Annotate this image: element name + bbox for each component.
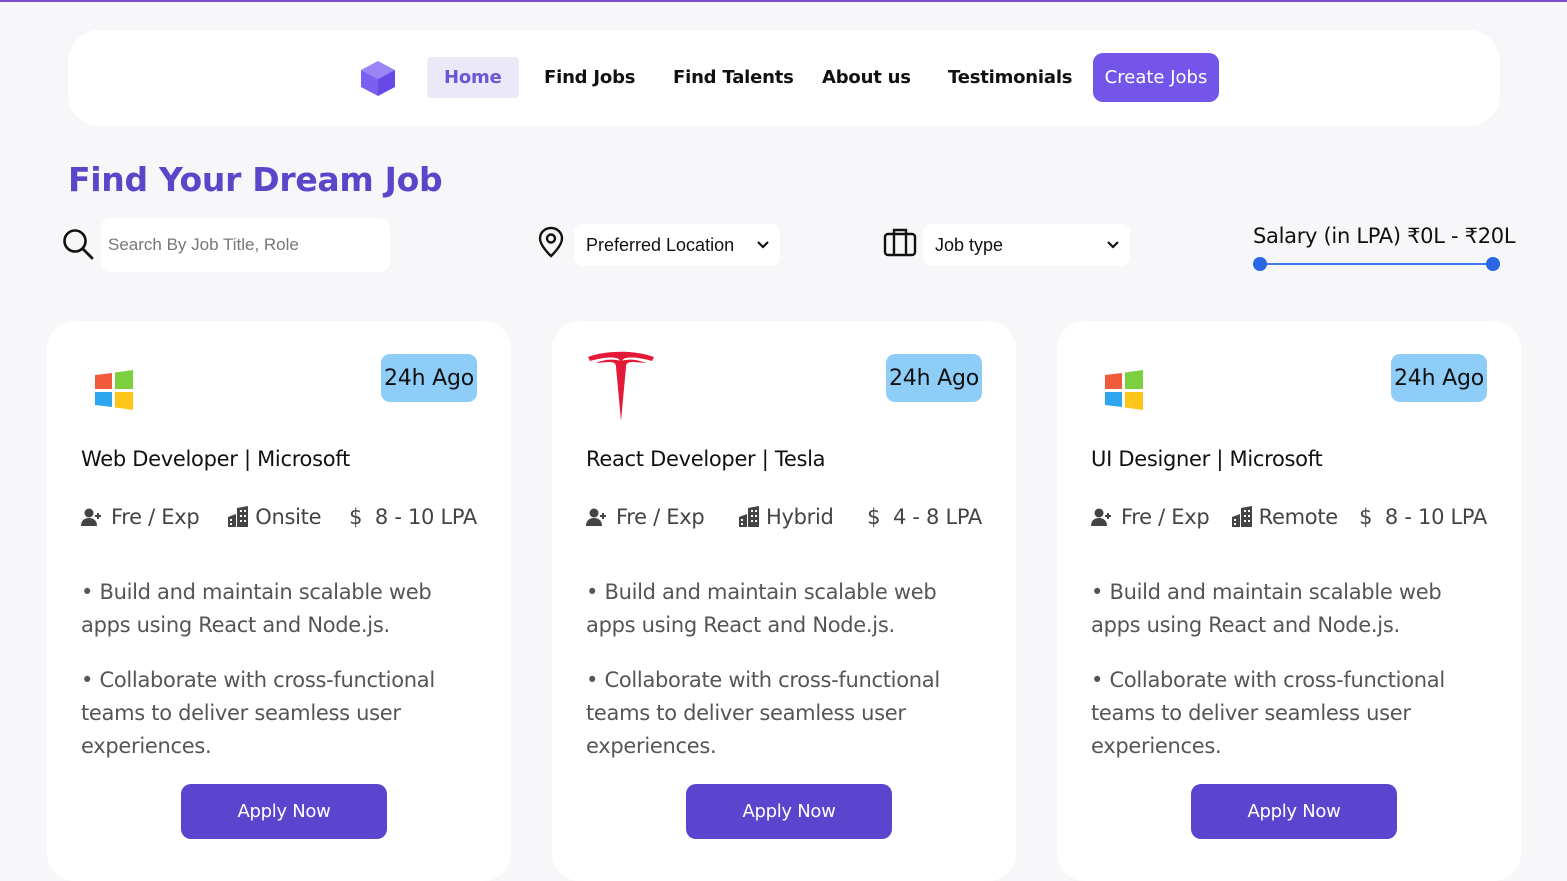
add-user-icon <box>81 508 101 526</box>
building-icon <box>228 506 249 527</box>
experience-meta: Fre / Exp <box>1091 505 1210 529</box>
salary-meta: $ 8 - 10 LPA <box>1359 505 1487 529</box>
posted-time-badge: 24h Ago <box>381 354 477 402</box>
job-card: 24h Ago React Developer | Tesla Fre / Ex… <box>552 321 1016 881</box>
job-card: 24h Ago Web Developer | Microsoft Fre / … <box>47 321 511 881</box>
apply-now-button[interactable]: Apply Now <box>181 784 387 839</box>
apply-now-button[interactable]: Apply Now <box>686 784 892 839</box>
job-type-select-label: Job type <box>935 234 1004 255</box>
job-description-point: • Build and maintain scalable web apps u… <box>1091 580 1442 637</box>
tesla-logo-icon <box>588 351 654 421</box>
job-meta-row: Fre / Exp Hybrid $ 4 - 8 LPA <box>586 502 982 532</box>
salary-slider-track[interactable] <box>1259 263 1493 265</box>
job-title: UI Designer | Microsoft <box>1091 447 1323 471</box>
nav-about-us[interactable]: About us <box>805 57 928 98</box>
experience-text: Fre / Exp <box>616 505 705 529</box>
job-description-point: • Collaborate with cross-functional team… <box>586 668 940 758</box>
job-title: Web Developer | Microsoft <box>81 447 350 471</box>
salary-meta: $ 4 - 8 LPA <box>867 505 982 529</box>
experience-meta: Fre / Exp <box>586 505 705 529</box>
salary-text: $ 8 - 10 LPA <box>1359 505 1487 529</box>
create-jobs-button[interactable]: Create Jobs <box>1093 53 1219 102</box>
navbar: Home Find Jobs Find Talents About us Tes… <box>68 30 1500 126</box>
search-input[interactable] <box>101 218 390 272</box>
microsoft-logo-icon <box>95 370 133 410</box>
nav-testimonials[interactable]: Testimonials <box>931 57 1089 98</box>
posted-time-badge: 24h Ago <box>886 354 982 402</box>
work-mode-text: Remote <box>1258 505 1339 529</box>
salary-text: $ 8 - 10 LPA <box>349 505 477 529</box>
job-description-point: • Collaborate with cross-functional team… <box>81 668 435 758</box>
chevron-down-icon <box>1107 241 1119 249</box>
job-description-point: • Collaborate with cross-functional team… <box>1091 668 1445 758</box>
work-mode-text: Hybrid <box>766 505 834 529</box>
search-icon <box>63 229 94 260</box>
nav-home[interactable]: Home <box>427 57 519 98</box>
salary-slider-min-thumb[interactable] <box>1253 257 1267 271</box>
experience-meta: Fre / Exp <box>81 505 200 529</box>
nav-find-jobs[interactable]: Find Jobs <box>527 57 652 98</box>
salary-slider-max-thumb[interactable] <box>1486 257 1500 271</box>
location-pin-icon <box>538 226 564 258</box>
salary-text: $ 4 - 8 LPA <box>867 505 982 529</box>
top-accent-line <box>0 0 1567 2</box>
apply-now-button[interactable]: Apply Now <box>1191 784 1397 839</box>
experience-text: Fre / Exp <box>1121 505 1210 529</box>
location-select[interactable]: Preferred Location <box>574 224 780 266</box>
job-title: React Developer | Tesla <box>586 447 826 471</box>
cube-logo-icon[interactable] <box>358 58 398 98</box>
work-mode-meta: Remote <box>1231 505 1338 529</box>
work-mode-text: Onsite <box>255 505 322 529</box>
experience-text: Fre / Exp <box>111 505 200 529</box>
work-mode-meta: Onsite <box>227 505 322 529</box>
job-type-select[interactable]: Job type <box>923 224 1130 266</box>
work-mode-meta: Hybrid <box>738 505 834 529</box>
job-meta-row: Fre / Exp Onsite $ 8 - 10 LPA <box>81 502 477 532</box>
add-user-icon <box>1091 508 1111 526</box>
salary-meta: $ 8 - 10 LPA <box>349 505 477 529</box>
location-select-label: Preferred Location <box>586 234 735 255</box>
salary-range-label: Salary (in LPA) ₹0L - ₹20L <box>1253 224 1516 248</box>
job-description-point: • Build and maintain scalable web apps u… <box>586 580 937 637</box>
job-description-point: • Build and maintain scalable web apps u… <box>81 580 432 637</box>
chevron-down-icon <box>757 241 769 249</box>
posted-time-badge: 24h Ago <box>1391 354 1487 402</box>
microsoft-logo-icon <box>1105 370 1143 410</box>
building-icon <box>739 506 759 527</box>
briefcase-icon <box>883 228 917 257</box>
page-title: Find Your Dream Job <box>68 160 443 199</box>
job-card: 24h Ago UI Designer | Microsoft Fre / Ex… <box>1057 321 1521 881</box>
nav-find-talents[interactable]: Find Talents <box>656 57 811 98</box>
building-icon <box>1231 506 1252 527</box>
add-user-icon <box>586 508 606 526</box>
job-meta-row: Fre / Exp Remote $ 8 - 10 LPA <box>1091 502 1487 532</box>
